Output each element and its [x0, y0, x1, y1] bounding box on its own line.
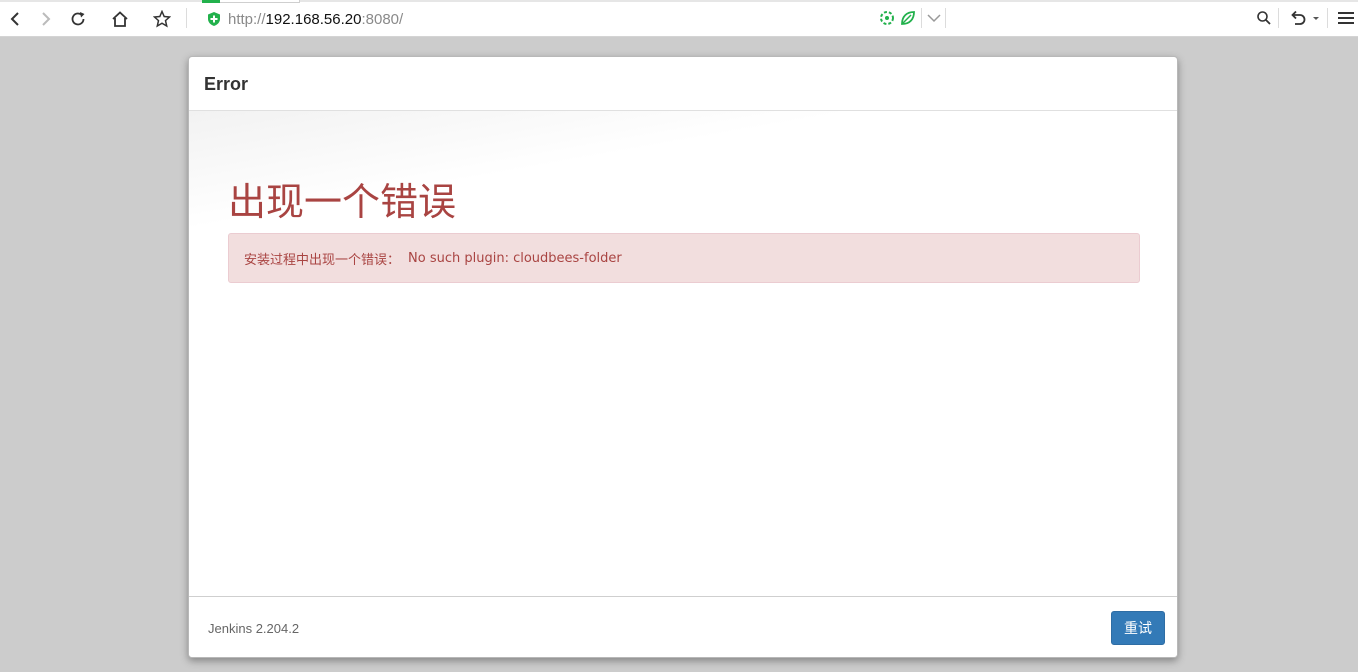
toolbar-separator — [186, 8, 187, 28]
tab-favicon-icon — [202, 0, 220, 3]
star-icon — [153, 10, 171, 28]
error-alert-prefix: 安装过程中出现一个错误： — [244, 252, 401, 268]
undo-icon[interactable] — [1288, 9, 1306, 27]
retry-button[interactable]: 重试 — [1111, 611, 1165, 645]
url-port-path: :8080/ — [361, 10, 404, 28]
forward-arrow-icon — [42, 12, 51, 26]
toolbar-separator — [921, 8, 922, 28]
leaf-extension-icon[interactable] — [900, 10, 916, 26]
back-button[interactable] — [3, 7, 27, 31]
shield-icon — [208, 12, 220, 26]
browser-toolbar: http://192.168.56.20:8080/ — [0, 0, 1358, 37]
bookmark-button[interactable] — [150, 7, 174, 31]
error-dialog: Error 出现一个错误 安装过程中出现一个错误： No such plugin… — [188, 56, 1178, 658]
dialog-footer: Jenkins 2.204.2 重试 — [189, 596, 1177, 657]
toolbar-separator — [1278, 8, 1279, 28]
toolbar-separator — [945, 8, 946, 28]
error-alert-message: No such plugin: cloudbees-folder — [408, 250, 622, 266]
hamburger-menu-icon[interactable] — [1337, 9, 1355, 27]
home-icon — [112, 11, 128, 27]
reload-icon — [71, 12, 85, 26]
url-host: 192.168.56.20 — [265, 10, 362, 28]
address-bar[interactable]: http://192.168.56.20:8080/ — [206, 8, 403, 30]
chevron-down-icon[interactable] — [926, 10, 942, 26]
home-button[interactable] — [108, 7, 132, 31]
forward-button[interactable] — [34, 7, 58, 31]
green-extension-icon[interactable] — [879, 10, 895, 26]
dialog-header: Error — [189, 57, 1177, 111]
toolbar-separator — [1327, 8, 1328, 28]
error-heading: 出现一个错误 — [228, 180, 457, 224]
dialog-body: 出现一个错误 安装过程中出现一个错误： No such plugin: clou… — [189, 111, 1177, 596]
url-scheme: http:// — [228, 10, 266, 28]
back-arrow-icon — [10, 12, 19, 26]
search-icon[interactable] — [1256, 10, 1272, 26]
undo-dropdown-icon[interactable] — [1311, 10, 1321, 26]
error-alert: 安装过程中出现一个错误： No such plugin: cloudbees-f… — [228, 233, 1140, 283]
jenkins-version: Jenkins 2.204.2 — [208, 621, 300, 636]
reload-button[interactable] — [66, 7, 90, 31]
dialog-title: Error — [204, 74, 249, 94]
